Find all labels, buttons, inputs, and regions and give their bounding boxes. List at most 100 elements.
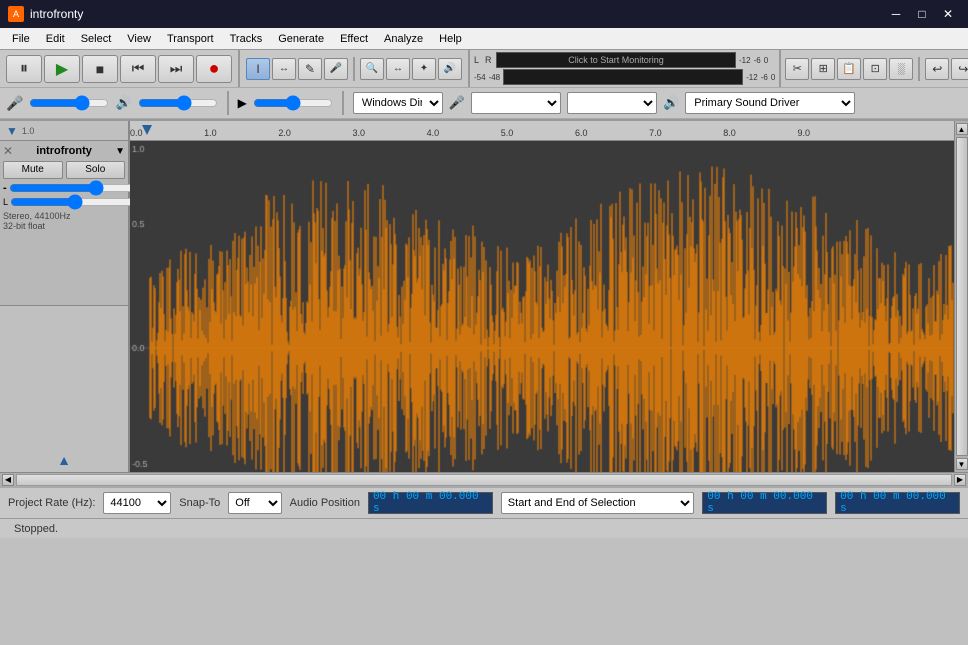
output-device-select[interactable]: Primary Sound Driver [685,92,855,114]
track-header: ✕ introfronty ▼ Mute Solo - + L R [0,141,128,306]
ruler-mark-7: 7.0 [649,128,662,138]
stop-button[interactable]: ■ [82,55,118,83]
menu-transport[interactable]: Transport [159,31,222,47]
play-button[interactable]: ▶ [44,55,80,83]
ruler-mark-1: 1.0 [204,128,217,138]
workspace: ▼ 1.0 ✕ introfronty ▼ Mute Solo - + [0,121,968,486]
record-button[interactable]: ● [196,55,232,83]
menu-help[interactable]: Help [431,31,470,47]
input-channels-select[interactable] [567,92,657,114]
input-volume-slider[interactable] [29,96,109,110]
minimize-button[interactable]: ─ [884,4,908,24]
pause-button[interactable]: ⏸ [6,55,42,83]
vu-scale-b3: 0 [771,73,775,82]
audio-position-label: Audio Position [290,497,360,509]
menu-select[interactable]: Select [73,31,120,47]
vu-scale-b2: -6 [761,73,768,82]
selection-mode-select[interactable]: Start and End of Selection [501,492,695,514]
ruler-mark-6: 6.0 [575,128,588,138]
menu-effect[interactable]: Effect [332,31,376,47]
mic-tool[interactable]: 🎤 [324,58,348,80]
undo-button[interactable]: ↩ [925,58,949,80]
pan-slider[interactable] [10,196,139,208]
ruler-mark-8: 8.0 [723,128,736,138]
audio-position-field[interactable]: 00 h 00 m 00.000 s [368,492,493,514]
titlebar: A introfronty ─ □ ✕ [0,0,968,28]
speed-slider[interactable] [253,96,333,110]
bottom-toolbar: Project Rate (Hz): 44100 Snap-To Off Aud… [0,486,968,518]
speaker-tool[interactable]: 🔊 [438,58,462,80]
ruler-mark-5: 5.0 [501,128,514,138]
draw-tool[interactable]: ✎ [298,58,322,80]
skip-start-button[interactable]: ⏮ [120,55,156,83]
mic-icon: 🎤 [6,95,23,112]
hscroll-thumb[interactable] [17,475,951,485]
separator [353,57,355,81]
maximize-button[interactable]: □ [910,4,934,24]
snap-to-label: Snap-To [179,497,220,509]
ruler-mark-0: 0.0 [130,128,143,138]
selection-end-field[interactable]: 00 h 00 m 00.000 s [835,492,960,514]
vertical-scrollbar[interactable]: ▲ ▼ [954,121,968,472]
host-select[interactable]: Windows Dir [353,92,443,114]
envelope-tool[interactable]: ↔ [272,58,296,80]
track-close-btn[interactable]: ✕ [3,144,13,158]
scroll-right-btn[interactable]: ▶ [954,474,966,486]
trim-button[interactable]: ⊡ [863,58,887,80]
track-expand-btn[interactable]: ▼ [115,146,125,157]
ruler-mark-2: 2.0 [278,128,291,138]
window-controls: ─ □ ✕ [884,4,960,24]
scroll-left-btn[interactable]: ◀ [2,474,14,486]
vu-scale-b1: -12 [746,73,758,82]
vu-scale-r2: -6 [754,56,761,65]
project-rate-select[interactable]: 44100 [103,492,171,514]
copy-button[interactable]: ⊞ [811,58,835,80]
vu-meter-top[interactable]: Click to Start Monitoring [496,52,736,68]
snap-to-select[interactable]: Off [228,492,281,514]
scroll-up-btn[interactable]: ▲ [956,123,968,135]
multi-tool[interactable]: ✦ [412,58,436,80]
close-button[interactable]: ✕ [936,4,960,24]
input-device-select[interactable] [471,92,561,114]
app-title: introfronty [30,7,83,21]
mute-button[interactable]: Mute [3,161,63,179]
menu-edit[interactable]: Edit [38,31,73,47]
menu-analyze[interactable]: Analyze [376,31,431,47]
menu-view[interactable]: View [119,31,159,47]
horizontal-scrollbar[interactable]: ◀ ▶ [0,472,968,486]
zoom-fit-tool[interactable]: 🔍 [360,58,384,80]
output-volume-slider[interactable] [138,96,218,110]
ruler-mark-3: 3.0 [352,128,365,138]
menu-file[interactable]: File [4,31,38,47]
selection-tool[interactable]: I [246,58,270,80]
skip-end-button[interactable]: ⏭ [158,55,194,83]
monitoring-label: Click to Start Monitoring [568,55,664,65]
speaker-icon: 🔊 [115,95,131,111]
vu-meter-bottom[interactable] [503,69,743,85]
menu-generate[interactable]: Generate [270,31,332,47]
selection-start-field[interactable]: 00 h 00 m 00.000 s [702,492,827,514]
menu-tracks[interactable]: Tracks [222,31,271,47]
hscroll-track[interactable] [16,474,952,486]
stopped-status: Stopped. [8,521,64,537]
scroll-thumb-v[interactable] [956,137,968,456]
cut-button[interactable]: ✂ [785,58,809,80]
title-left: A introfronty [8,6,83,22]
timeline-zero: 1.0 [22,126,35,136]
collapse-track-btn[interactable]: ▲ [57,452,71,468]
silence-button[interactable]: ░ [889,58,913,80]
menubar: File Edit Select View Transport Tracks G… [0,28,968,50]
sep-device2 [342,91,344,115]
playback-cursor [142,125,152,135]
collapse-icon[interactable]: ▼ [6,124,18,138]
solo-button[interactable]: Solo [66,161,126,179]
vu-scale-r3: 0 [764,56,768,65]
redo-button[interactable]: ↪ [951,58,968,80]
track-info-line1: Stereo, 44100Hz [3,211,125,221]
waveform-top[interactable] [130,141,954,472]
move-tool[interactable]: ↔ [386,58,410,80]
timeline-ruler: 0.0 1.0 2.0 3.0 4.0 5.0 6.0 7.0 8.0 9.0 [130,121,954,141]
scroll-down-btn[interactable]: ▼ [956,458,968,470]
volume-slider[interactable] [9,182,138,194]
paste-button[interactable]: 📋 [837,58,861,80]
